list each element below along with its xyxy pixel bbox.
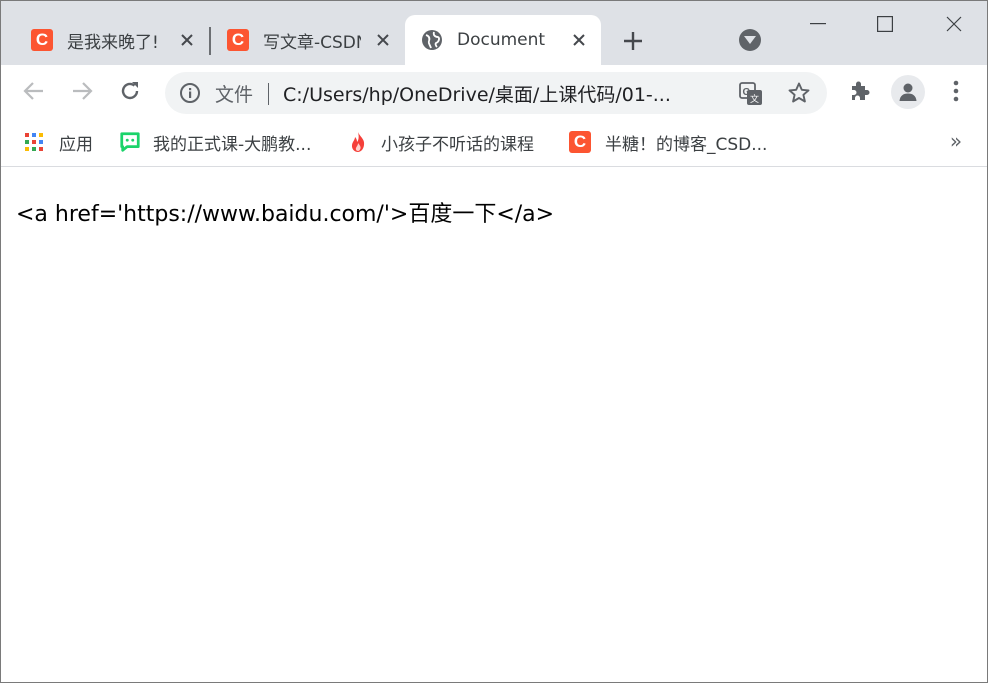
svg-text:文: 文 bbox=[750, 93, 759, 105]
close-icon[interactable] bbox=[567, 28, 591, 52]
chevron-down-icon bbox=[744, 36, 756, 44]
tab-title: 写文章-CSDN bbox=[263, 32, 361, 53]
close-window-button[interactable] bbox=[939, 11, 969, 37]
apps-grid-icon bbox=[23, 131, 45, 153]
minimize-icon bbox=[810, 23, 826, 25]
new-tab-button[interactable] bbox=[619, 27, 647, 55]
address-divider bbox=[268, 83, 269, 105]
tab-search-button[interactable] bbox=[739, 29, 761, 51]
arrow-right-icon bbox=[73, 82, 93, 100]
extensions-button[interactable] bbox=[845, 76, 875, 106]
maximize-icon bbox=[877, 16, 893, 32]
bookmark-dapeng[interactable]: 我的正式课-大鹏教... bbox=[119, 129, 311, 155]
toolbar: 文件 C:/Users/hp/OneDrive/桌面/上课代码/01-... G… bbox=[1, 65, 987, 119]
bookmark-course[interactable]: 小孩子不听话的课程 bbox=[347, 129, 534, 155]
csdn-c-icon: C bbox=[569, 131, 591, 153]
profile-button[interactable] bbox=[891, 75, 925, 109]
maximize-button[interactable] bbox=[870, 11, 900, 37]
bookmark-label: 半糖！的博客_CSD... bbox=[605, 134, 768, 155]
puzzle-icon bbox=[852, 81, 870, 100]
bookmarks-overflow-button[interactable]: » bbox=[945, 129, 967, 153]
browser-window: C 是我来晚了! C 写文章-CSDN Document 文件 C:/Users… bbox=[0, 0, 988, 683]
forward-button[interactable] bbox=[67, 76, 97, 106]
bookmarks-bar: 应用 我的正式课-大鹏教... 小孩子不听话的课程 C 半糖！的博客_CSD..… bbox=[1, 119, 987, 167]
plus-icon bbox=[624, 32, 642, 50]
bookmark-apps[interactable]: 应用 bbox=[23, 129, 93, 155]
close-icon[interactable] bbox=[175, 28, 199, 52]
close-icon[interactable] bbox=[371, 28, 395, 52]
chat-bubble-icon bbox=[119, 131, 141, 153]
tab-strip: C 是我来晚了! C 写文章-CSDN Document bbox=[1, 1, 987, 65]
page-body-text: <a href='https://www.baidu.com/'>百度一下</a… bbox=[16, 202, 555, 227]
bookmark-label: 应用 bbox=[59, 134, 93, 155]
back-button[interactable] bbox=[19, 76, 49, 106]
reload-icon bbox=[121, 82, 139, 100]
bookmark-blog[interactable]: C 半糖！的博客_CSD... bbox=[569, 129, 767, 155]
url-text[interactable]: C:/Users/hp/OneDrive/桌面/上课代码/01-... bbox=[283, 80, 671, 107]
arrow-left-icon bbox=[23, 82, 43, 100]
csdn-c-icon: C bbox=[227, 29, 249, 51]
page-content: <a href='https://www.baidu.com/'>百度一下</a… bbox=[1, 168, 987, 682]
reload-button[interactable] bbox=[115, 76, 145, 106]
menu-button[interactable] bbox=[941, 76, 971, 106]
bookmark-label: 我的正式课-大鹏教... bbox=[153, 134, 312, 155]
tab-1[interactable]: C 是我来晚了! bbox=[15, 15, 209, 65]
tab-active[interactable]: Document bbox=[405, 15, 601, 65]
minimize-button[interactable] bbox=[803, 11, 833, 37]
tab-2[interactable]: C 写文章-CSDN bbox=[211, 15, 405, 65]
address-bar[interactable]: 文件 C:/Users/hp/OneDrive/桌面/上课代码/01-... G… bbox=[165, 72, 827, 114]
translate-icon[interactable]: G 文 bbox=[739, 82, 763, 106]
globe-icon bbox=[421, 29, 443, 51]
bookmark-star-icon[interactable] bbox=[787, 81, 811, 105]
flame-icon bbox=[347, 131, 369, 153]
csdn-c-icon: C bbox=[31, 29, 53, 51]
tab-title: Document bbox=[457, 30, 546, 50]
info-icon[interactable] bbox=[179, 82, 201, 104]
bookmark-label: 小孩子不听话的课程 bbox=[381, 134, 534, 155]
tab-title: 是我来晚了! bbox=[67, 32, 159, 53]
close-icon bbox=[946, 16, 962, 32]
security-chip-label[interactable]: 文件 bbox=[215, 80, 253, 107]
kebab-menu-icon bbox=[953, 80, 959, 102]
person-icon bbox=[899, 83, 917, 101]
